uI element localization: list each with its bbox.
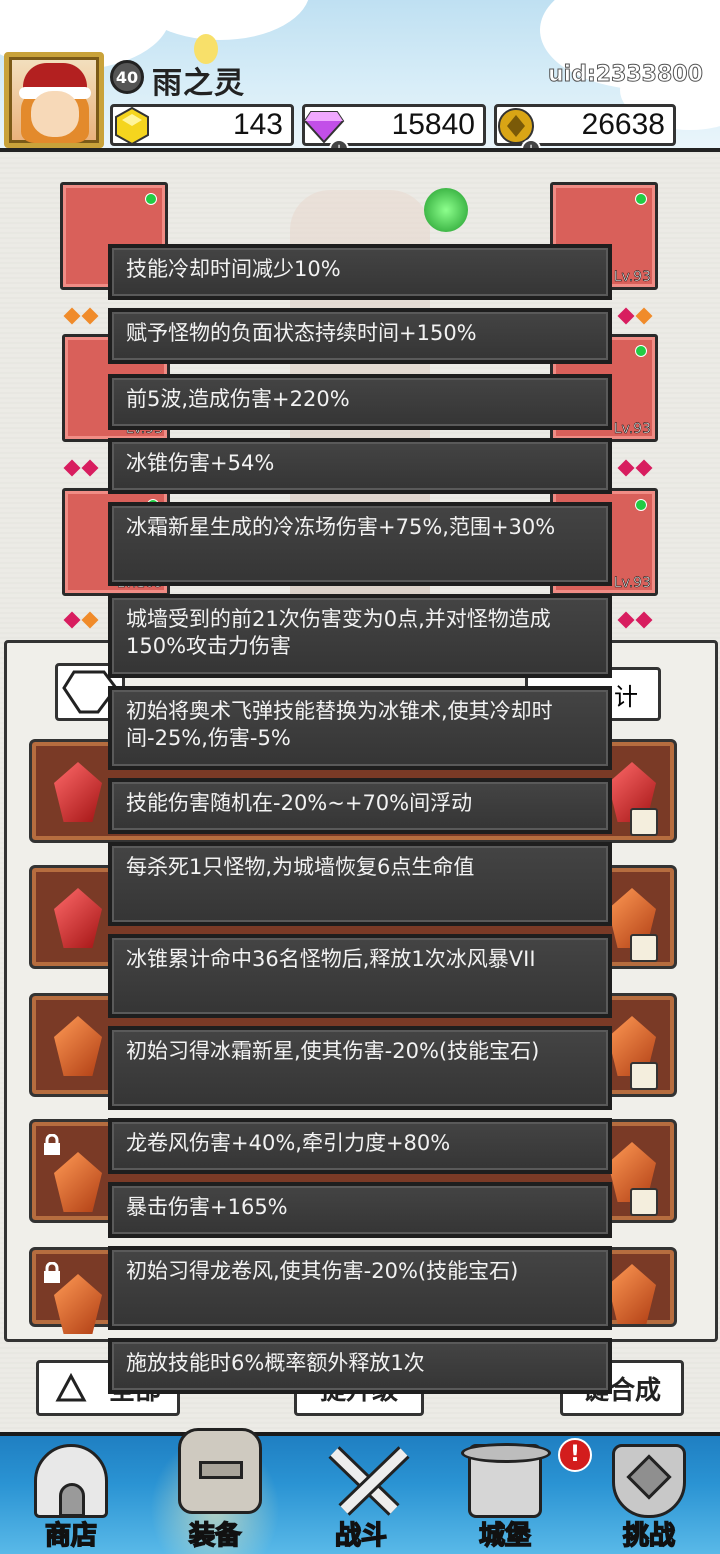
affix-tooltip: 施放技能时6%概率额外释放1次 xyxy=(108,1338,612,1394)
player-name: 雨之灵 xyxy=(152,66,245,101)
shop-icon xyxy=(34,1444,108,1518)
player-level-badge: 40 xyxy=(110,60,144,94)
diamond-icon: + xyxy=(301,103,349,148)
affix-tooltip: 技能伤害随机在-20%~+70%间浮动 xyxy=(108,778,612,834)
affix-tooltip: 龙卷风伤害+40%,牵引力度+80% xyxy=(108,1118,612,1174)
diamond-plus-button[interactable]: + xyxy=(329,139,349,148)
lock-icon xyxy=(42,1133,62,1155)
affix-tooltip: 冰锥累计命中36名怪物后,释放1次冰风暴VII xyxy=(108,934,612,1018)
coin-value: 26638 xyxy=(581,108,665,141)
diamond-value: 15840 xyxy=(391,108,475,141)
backpack-icon xyxy=(178,1428,262,1514)
affix-tooltip: 暴击伤害+165% xyxy=(108,1182,612,1238)
affix-tooltip: 赋予怪物的负面状态持续时间+150% xyxy=(108,308,612,364)
affix-tooltip: 城墙受到的前21次伤害变为0点,并对怪物造成150%攻击力伤害 xyxy=(108,594,612,678)
affix-tooltip: 冰霜新星生成的冷冻场伤害+75%,范围+30% xyxy=(108,502,612,586)
affix-tooltip: 每杀死1只怪物,为城墙恢复6点生命值 xyxy=(108,842,612,926)
nav-battle-label: 战斗 xyxy=(334,1520,388,1552)
coin-icon: + xyxy=(493,103,541,148)
gold-gem-icon xyxy=(109,103,155,148)
castle-icon xyxy=(461,1443,551,1518)
affix-tooltip: 初始将奥术飞弹技能替换为冰锥术,使其冷却时间-25%,伤害-5% xyxy=(108,686,612,770)
slot-gem-sockets xyxy=(63,611,99,629)
diamond-counter: + 15840 xyxy=(301,103,486,148)
orange-gem-icon xyxy=(54,1016,102,1076)
shield-icon xyxy=(612,1444,686,1518)
affix-tooltip: 前5波,造成伤害+220% xyxy=(108,374,612,430)
gold-gem-counter: 143 xyxy=(110,104,294,146)
affix-tooltip: 初始习得冰霜新星,使其伤害-20%(技能宝石) xyxy=(108,1026,612,1110)
slot-gem-sockets xyxy=(617,307,653,325)
nav-castle-label: 城堡 xyxy=(478,1520,532,1552)
top-bar: 40 雨之灵 uid:2333800 143 + 15840 + 26638 xyxy=(0,0,720,152)
nav-battle[interactable]: 战斗 xyxy=(296,1436,426,1554)
helmet-icon xyxy=(630,1062,658,1090)
gold-gem-value: 143 xyxy=(232,108,283,141)
nav-shop[interactable]: 商店 xyxy=(6,1436,136,1554)
hat-icon xyxy=(630,1188,658,1216)
affix-tooltip: 技能冷却时间减少10% xyxy=(108,244,612,300)
lock-icon xyxy=(42,1261,62,1283)
slot-gem-sockets xyxy=(63,307,99,325)
triangle-up-icon xyxy=(55,1373,87,1402)
nav-equipment-label: 装备 xyxy=(188,1520,242,1552)
coin-counter: + 26638 xyxy=(493,103,676,148)
nav-equipment[interactable]: 装备 xyxy=(150,1428,280,1554)
avatar[interactable] xyxy=(4,52,104,148)
coin-plus-button[interactable]: + xyxy=(521,139,541,148)
bottom-nav: 商店 装备 战斗 ! 城堡 挑战 xyxy=(0,1428,720,1554)
orange-gem-icon xyxy=(608,1264,656,1324)
green-orb-icon xyxy=(424,188,468,232)
red-gem-icon xyxy=(54,888,102,948)
nav-shop-label: 商店 xyxy=(44,1520,98,1552)
stats-tab-label: 计 xyxy=(614,682,638,711)
affix-tooltip: 冰锥伤害+54% xyxy=(108,438,612,494)
affix-tooltip: 初始习得龙卷风,使其伤害-20%(技能宝石) xyxy=(108,1246,612,1330)
slot-gem-sockets xyxy=(617,459,653,477)
boots-icon xyxy=(630,808,658,836)
crossed-swords-icon xyxy=(324,1444,410,1518)
slot-gem-sockets xyxy=(63,459,99,477)
nav-challenge[interactable]: 挑战 xyxy=(584,1436,714,1554)
slot-gem-sockets xyxy=(617,611,653,629)
red-gem-icon xyxy=(54,762,102,822)
player-uid: uid:2333800 xyxy=(548,62,704,88)
nav-challenge-label: 挑战 xyxy=(622,1520,676,1552)
nav-castle[interactable]: ! 城堡 xyxy=(440,1436,592,1554)
armor-icon xyxy=(630,934,658,962)
orange-gem-icon xyxy=(54,1152,102,1212)
